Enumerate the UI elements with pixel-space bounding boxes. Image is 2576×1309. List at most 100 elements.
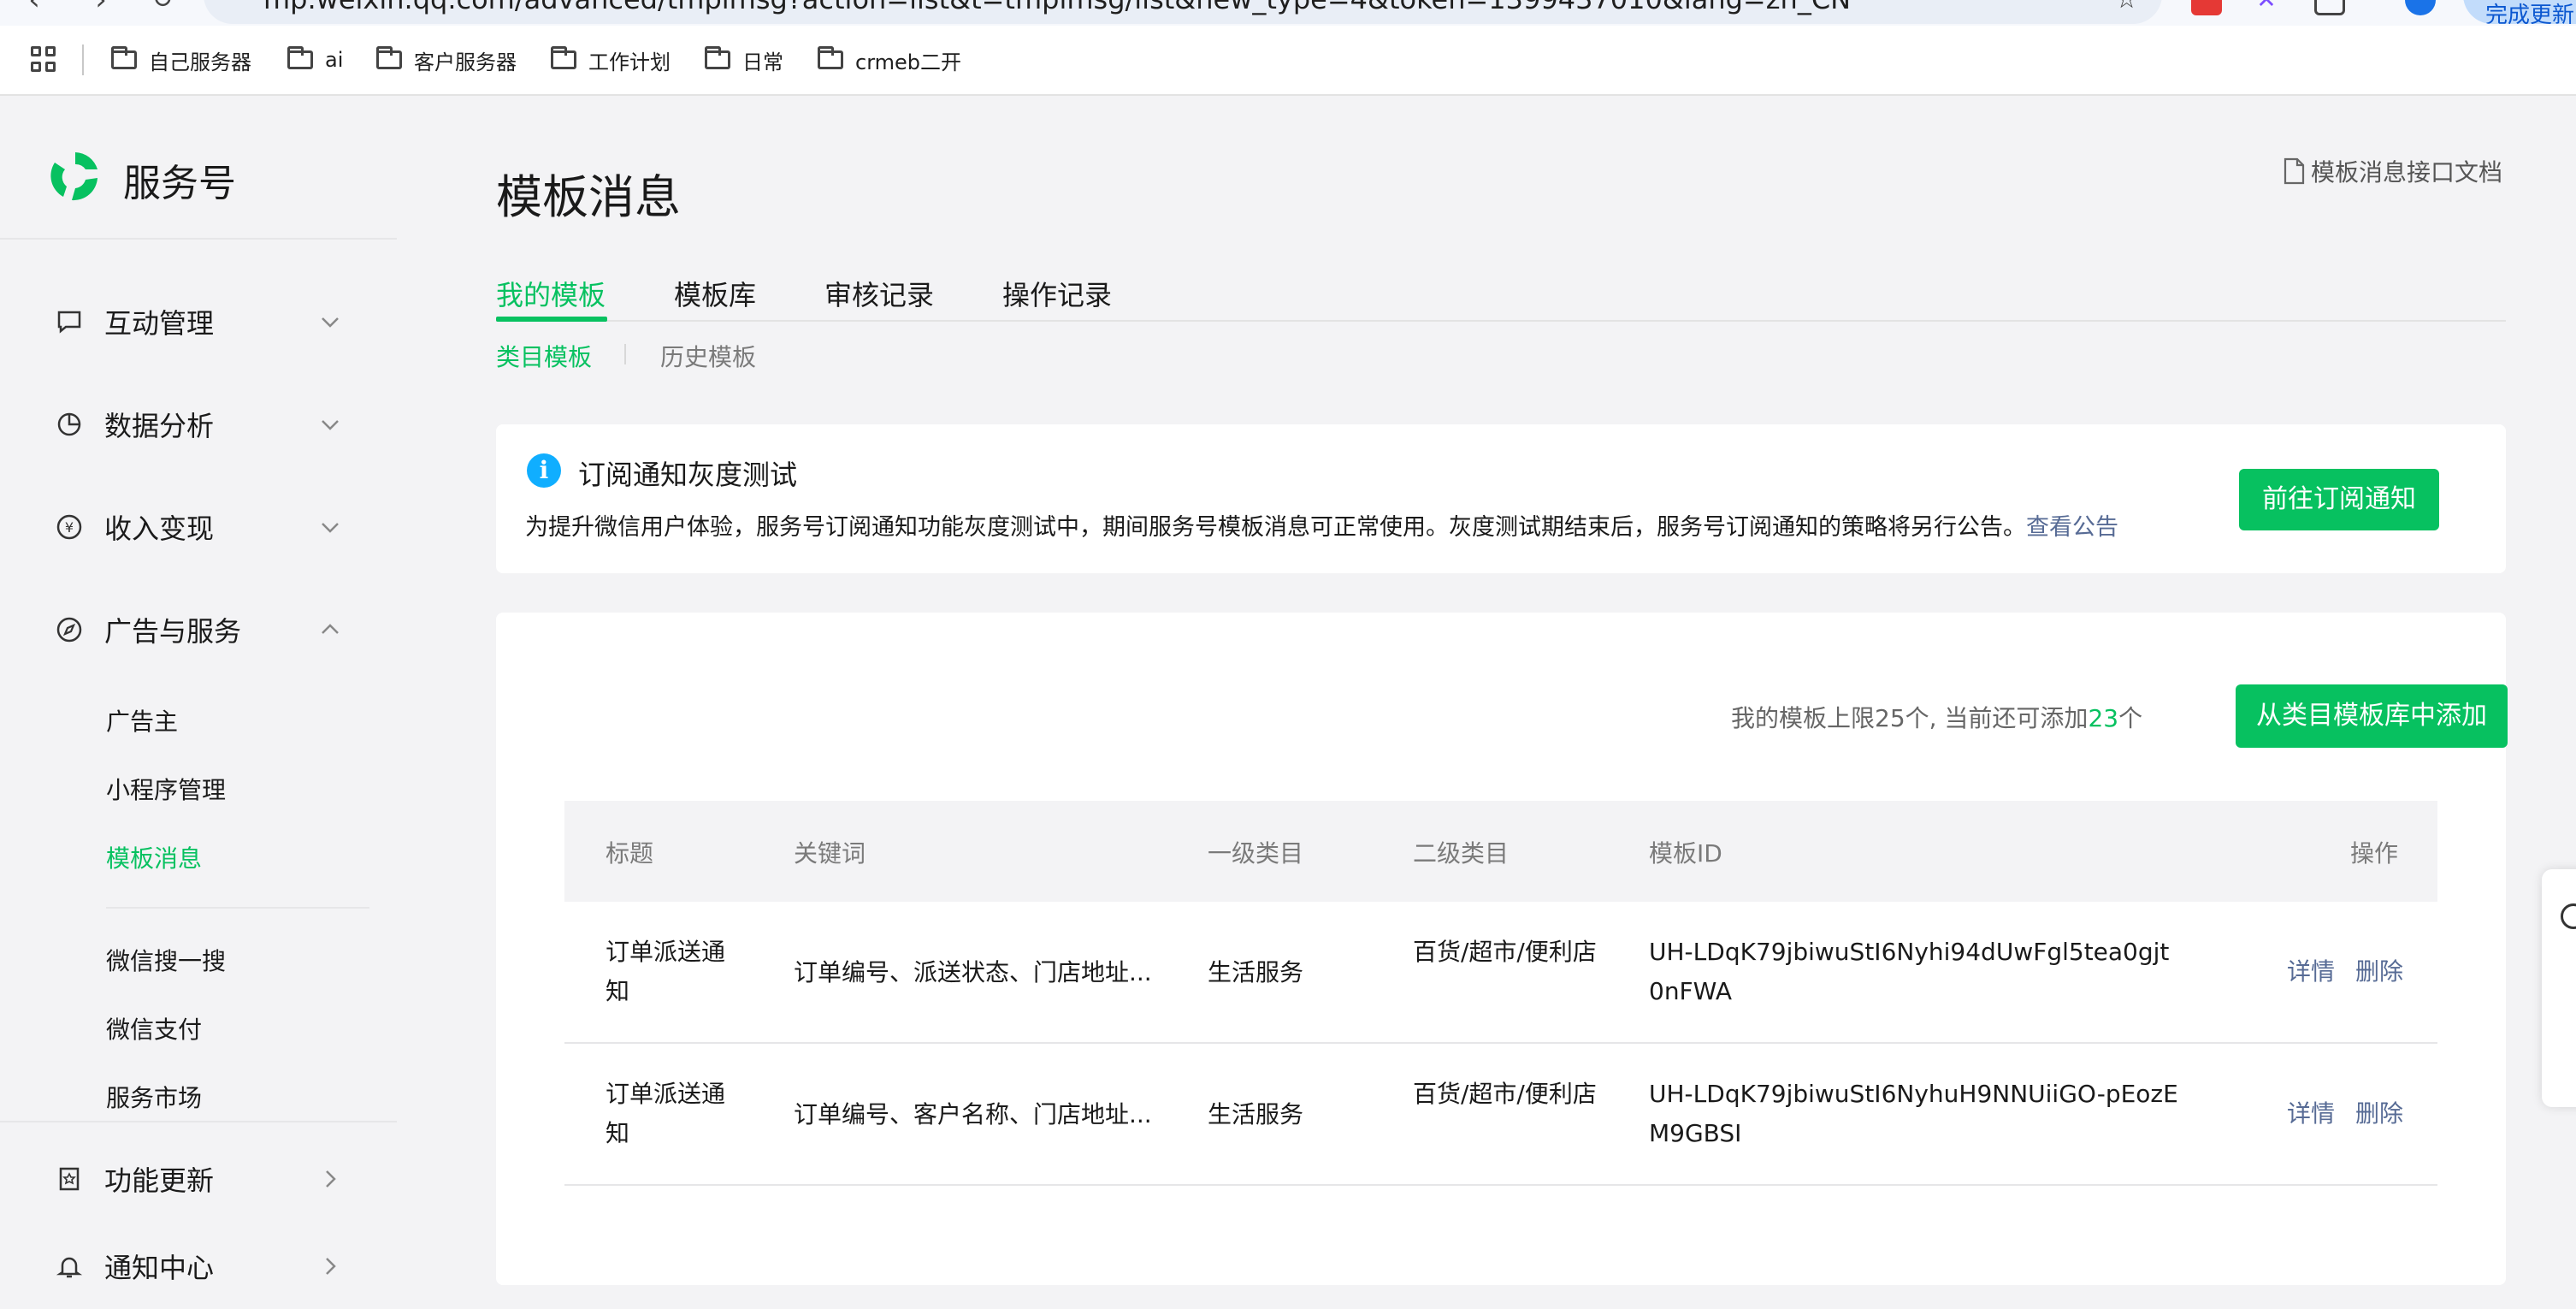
column-header: 标题 (606, 839, 654, 868)
sidebar-item-weixin-search[interactable]: 微信搜一搜 (106, 943, 226, 977)
row-keywords: 订单编号、客户名称、门店地址... (794, 1100, 1152, 1128)
table-header: 标题 关键词 一级类目 二级类目 模板ID 操作 (564, 801, 2437, 902)
tab-my-templates[interactable]: 我的模板 (496, 274, 606, 313)
detail-link[interactable]: 详情 (2287, 953, 2335, 987)
add-from-library-button[interactable]: 从类目模板库中添加 (2236, 684, 2508, 748)
sidebar-menu-feature-updates[interactable]: 功能更新 (55, 1153, 346, 1205)
extension-icon[interactable] (2191, 0, 2222, 15)
row-category-2: 百货/超市/便利店 (1413, 1080, 1597, 1108)
tab-review-records[interactable]: 审核记录 (824, 274, 934, 313)
row-category-2: 百货/超市/便利店 (1413, 938, 1597, 966)
detail-link[interactable]: 详情 (2287, 1095, 2335, 1129)
info-icon: i (527, 453, 561, 488)
sidebar: 服务号 互动管理 数据分析 ¥ 收入变现 广告与服务 广告主 小程序管理 模板消… (0, 96, 400, 1309)
column-header: 模板ID (1649, 839, 1722, 868)
tab-operation-records[interactable]: 操作记录 (1002, 274, 1112, 313)
row-category-1: 生活服务 (1208, 1100, 1304, 1128)
bookmark-folder[interactable]: 日常 (705, 43, 783, 77)
logo-icon[interactable] (46, 147, 104, 205)
update-button[interactable]: 完成更新 (2463, 0, 2576, 24)
chevron-up-icon (322, 624, 339, 634)
table-row: 订单派送通知 订单编号、派送状态、门店地址... 生活服务 百货/超市/便利店 … (564, 902, 2437, 1044)
tabs-divider (496, 320, 2506, 322)
table-row: 订单派送通知 订单编号、客户名称、门店地址... 生活服务 百货/超市/便利店 … (564, 1044, 2437, 1186)
subtab-category-templates[interactable]: 类目模板 (496, 339, 592, 373)
column-header: 关键词 (794, 839, 866, 868)
page-title: 模板消息 (496, 170, 681, 224)
extension-star-icon[interactable]: ✕ (2251, 0, 2282, 15)
sidebar-item-weixin-pay[interactable]: 微信支付 (106, 1011, 202, 1045)
api-doc-link[interactable]: 模板消息接口文档 (2282, 154, 2502, 188)
row-title: 订单派送通知 (606, 938, 726, 1005)
brand-name: 服务号 (123, 162, 236, 205)
column-header: 操作 (2350, 839, 2399, 868)
compass-icon (55, 615, 84, 644)
active-tab-indicator (496, 317, 607, 322)
notice-title: 订阅通知灰度测试 (578, 459, 798, 491)
bookmarks-bar: 自己服务器 ai 客户服务器 工作计划 日常 crmeb二开 (0, 26, 2576, 96)
folder-icon (376, 46, 402, 69)
column-header: 一级类目 (1208, 839, 1304, 868)
delete-link[interactable]: 删除 (2355, 953, 2403, 987)
bell-icon (55, 1252, 84, 1281)
downloads-icon[interactable] (2314, 0, 2345, 15)
sidebar-menu-interaction[interactable]: 互动管理 (55, 296, 346, 347)
address-bar[interactable]: mp.weixin.qq.com/advanced/tmplmsg?action… (204, 0, 2162, 24)
subtab-history-templates[interactable]: 历史模板 (660, 339, 756, 373)
floating-help-widget[interactable] (2542, 869, 2576, 1107)
folder-icon (705, 46, 730, 69)
sidebar-item-miniprogram[interactable]: 小程序管理 (106, 772, 226, 806)
notice-text: 为提升微信用户体验，服务号订阅通知功能灰度测试中，期间服务号模板消息可正常使用。… (525, 514, 2118, 541)
yen-icon: ¥ (55, 512, 84, 542)
folder-icon (551, 46, 576, 69)
bookmark-folder[interactable]: 自己服务器 (111, 43, 251, 77)
sidebar-menu-notifications[interactable]: 通知中心 (55, 1241, 346, 1292)
sidebar-menu-analytics[interactable]: 数据分析 (55, 399, 346, 450)
column-header: 二级类目 (1413, 839, 1510, 868)
chat-icon (55, 307, 84, 336)
bookmark-star-icon[interactable]: ☆ (2115, 0, 2138, 15)
sidebar-subdivider (106, 907, 369, 909)
chevron-down-icon (322, 317, 339, 328)
bookmark-folder[interactable]: 客户服务器 (376, 43, 517, 77)
update-icon (55, 1164, 84, 1194)
back-icon[interactable]: ‹ (15, 0, 53, 19)
sidebar-menu-ads-services[interactable]: 广告与服务 (55, 604, 346, 655)
row-title: 订单派送通知 (606, 1080, 726, 1147)
row-keywords: 订单编号、派送状态、门店地址... (794, 958, 1152, 986)
help-icon (2561, 903, 2576, 929)
folder-icon (287, 46, 313, 69)
profile-avatar[interactable] (2405, 0, 2436, 15)
view-announcement-link[interactable]: 查看公告 (2026, 514, 2118, 541)
tab-template-library[interactable]: 模板库 (674, 274, 756, 313)
row-category-1: 生活服务 (1208, 958, 1304, 986)
address-url[interactable]: mp.weixin.qq.com/advanced/tmplmsg?action… (263, 0, 1851, 15)
chevron-down-icon (322, 420, 339, 430)
row-template-id: UH-LDqK79jbiwuStI6NyhuH9NNUiiGO-pEozEM9G… (1649, 1080, 2178, 1147)
chevron-right-icon (326, 1258, 336, 1275)
go-subscribe-button[interactable]: 前往订阅通知 (2239, 469, 2439, 530)
sidebar-menu-monetization[interactable]: ¥ 收入变现 (55, 501, 346, 553)
chevron-down-icon (322, 523, 339, 533)
folder-icon (111, 46, 137, 69)
pie-chart-icon (55, 410, 84, 439)
apps-grid-icon[interactable] (31, 46, 56, 72)
templates-card: 我的模板上限25个, 当前还可添加23个 从类目模板库中添加 标题 关键词 一级… (496, 613, 2508, 1285)
notice-panel: i 订阅通知灰度测试 为提升微信用户体验，服务号订阅通知功能灰度测试中，期间服务… (496, 424, 2506, 573)
sidebar-item-service-market[interactable]: 服务市场 (106, 1080, 202, 1114)
forward-icon[interactable]: › (82, 0, 120, 19)
delete-link[interactable]: 删除 (2355, 1095, 2403, 1129)
sidebar-item-advertiser[interactable]: 广告主 (106, 703, 178, 737)
bookmarks-divider (82, 44, 84, 75)
browser-toolbar: ‹ › ↻ mp.weixin.qq.com/advanced/tmplmsg?… (0, 0, 2576, 26)
bookmark-folder[interactable]: 工作计划 (551, 43, 671, 77)
folder-icon (818, 46, 843, 69)
bookmark-folder[interactable]: crmeb二开 (818, 43, 961, 77)
chevron-right-icon (326, 1170, 336, 1188)
subtab-divider (624, 344, 626, 364)
sidebar-item-template-message[interactable]: 模板消息 (106, 840, 202, 874)
sidebar-divider (0, 238, 397, 240)
document-icon (2284, 157, 2305, 185)
reload-icon[interactable]: ↻ (144, 0, 181, 19)
bookmark-folder[interactable]: ai (287, 43, 343, 77)
